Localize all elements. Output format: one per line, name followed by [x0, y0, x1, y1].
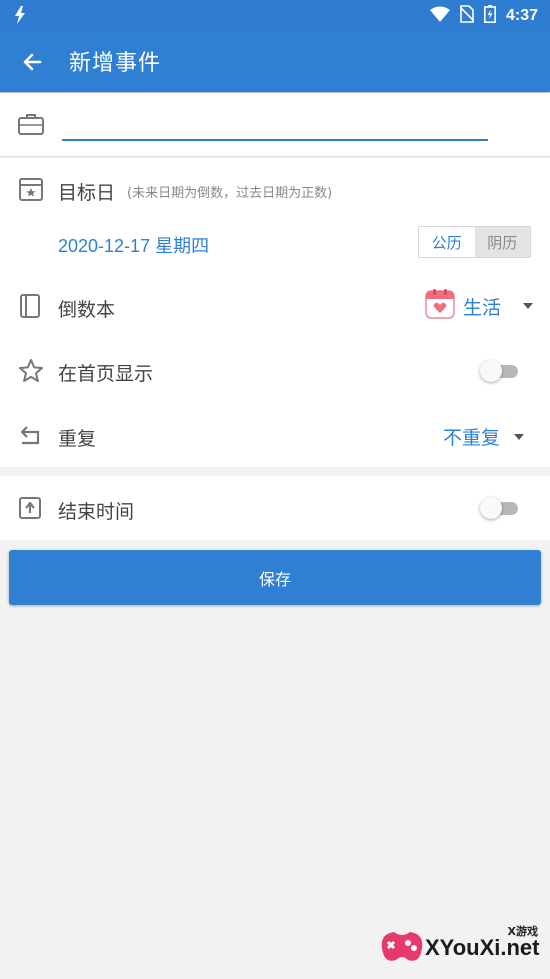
repeat-value: 不重复: [443, 427, 501, 449]
back-arrow-icon[interactable]: [18, 47, 48, 77]
briefcase-icon: [17, 112, 45, 140]
book-label: 倒数本: [58, 299, 116, 321]
page-title: 新增事件: [69, 51, 162, 76]
watermark: X游戏 XYouXi.net: [378, 922, 546, 974]
repeat-icon: [18, 423, 44, 451]
target-date-label: 目标日: [58, 182, 116, 204]
heart-calendar-icon: [425, 289, 455, 323]
end-time-section: 结束时间: [0, 476, 550, 540]
event-title-section: [0, 93, 550, 157]
switch-thumb: [480, 497, 502, 519]
repeat-dropdown[interactable]: 不重复: [443, 423, 525, 450]
upload-square-icon: [18, 496, 42, 524]
save-button[interactable]: 保存: [9, 550, 541, 605]
battery-icon: [483, 5, 496, 27]
no-sim-icon: [459, 5, 475, 27]
status-time: 4:37: [505, 7, 538, 24]
calendar-star-icon: [18, 176, 44, 206]
watermark-text: XYouXi.net: [425, 935, 540, 960]
lunar-calendar-option[interactable]: 阴历: [474, 227, 530, 257]
flash-icon: [14, 6, 26, 28]
book-value: 生活: [463, 296, 502, 319]
book-icon: [18, 293, 42, 323]
gamepad-logo-icon: [378, 924, 426, 976]
switch-thumb: [480, 360, 502, 382]
app-bar: 新增事件: [0, 30, 550, 92]
wifi-icon: [429, 6, 450, 26]
book-dropdown[interactable]: 生活: [425, 289, 534, 323]
calendar-type-toggle: 公历 阴历: [418, 226, 531, 258]
chevron-down-icon: [523, 303, 534, 309]
target-date-hint: (未来日期为倒数，过去日期为正数): [127, 186, 333, 201]
show-on-home-switch[interactable]: [480, 358, 520, 384]
solar-calendar-option[interactable]: 公历: [419, 227, 475, 257]
show-on-home-label: 在首页显示: [58, 363, 154, 385]
repeat-label: 重复: [58, 428, 97, 450]
event-title-input[interactable]: [62, 113, 488, 141]
end-time-label: 结束时间: [58, 501, 135, 523]
end-time-switch[interactable]: [480, 495, 520, 521]
chevron-down-icon: [514, 433, 525, 440]
status-bar: 4:37: [0, 0, 550, 30]
target-date-value[interactable]: 2020-12-17 星期四: [58, 232, 209, 258]
star-icon: [18, 358, 44, 388]
event-settings-section: 目标日 (未来日期为倒数，过去日期为正数) 2020-12-17 星期四 公历 …: [0, 158, 550, 467]
